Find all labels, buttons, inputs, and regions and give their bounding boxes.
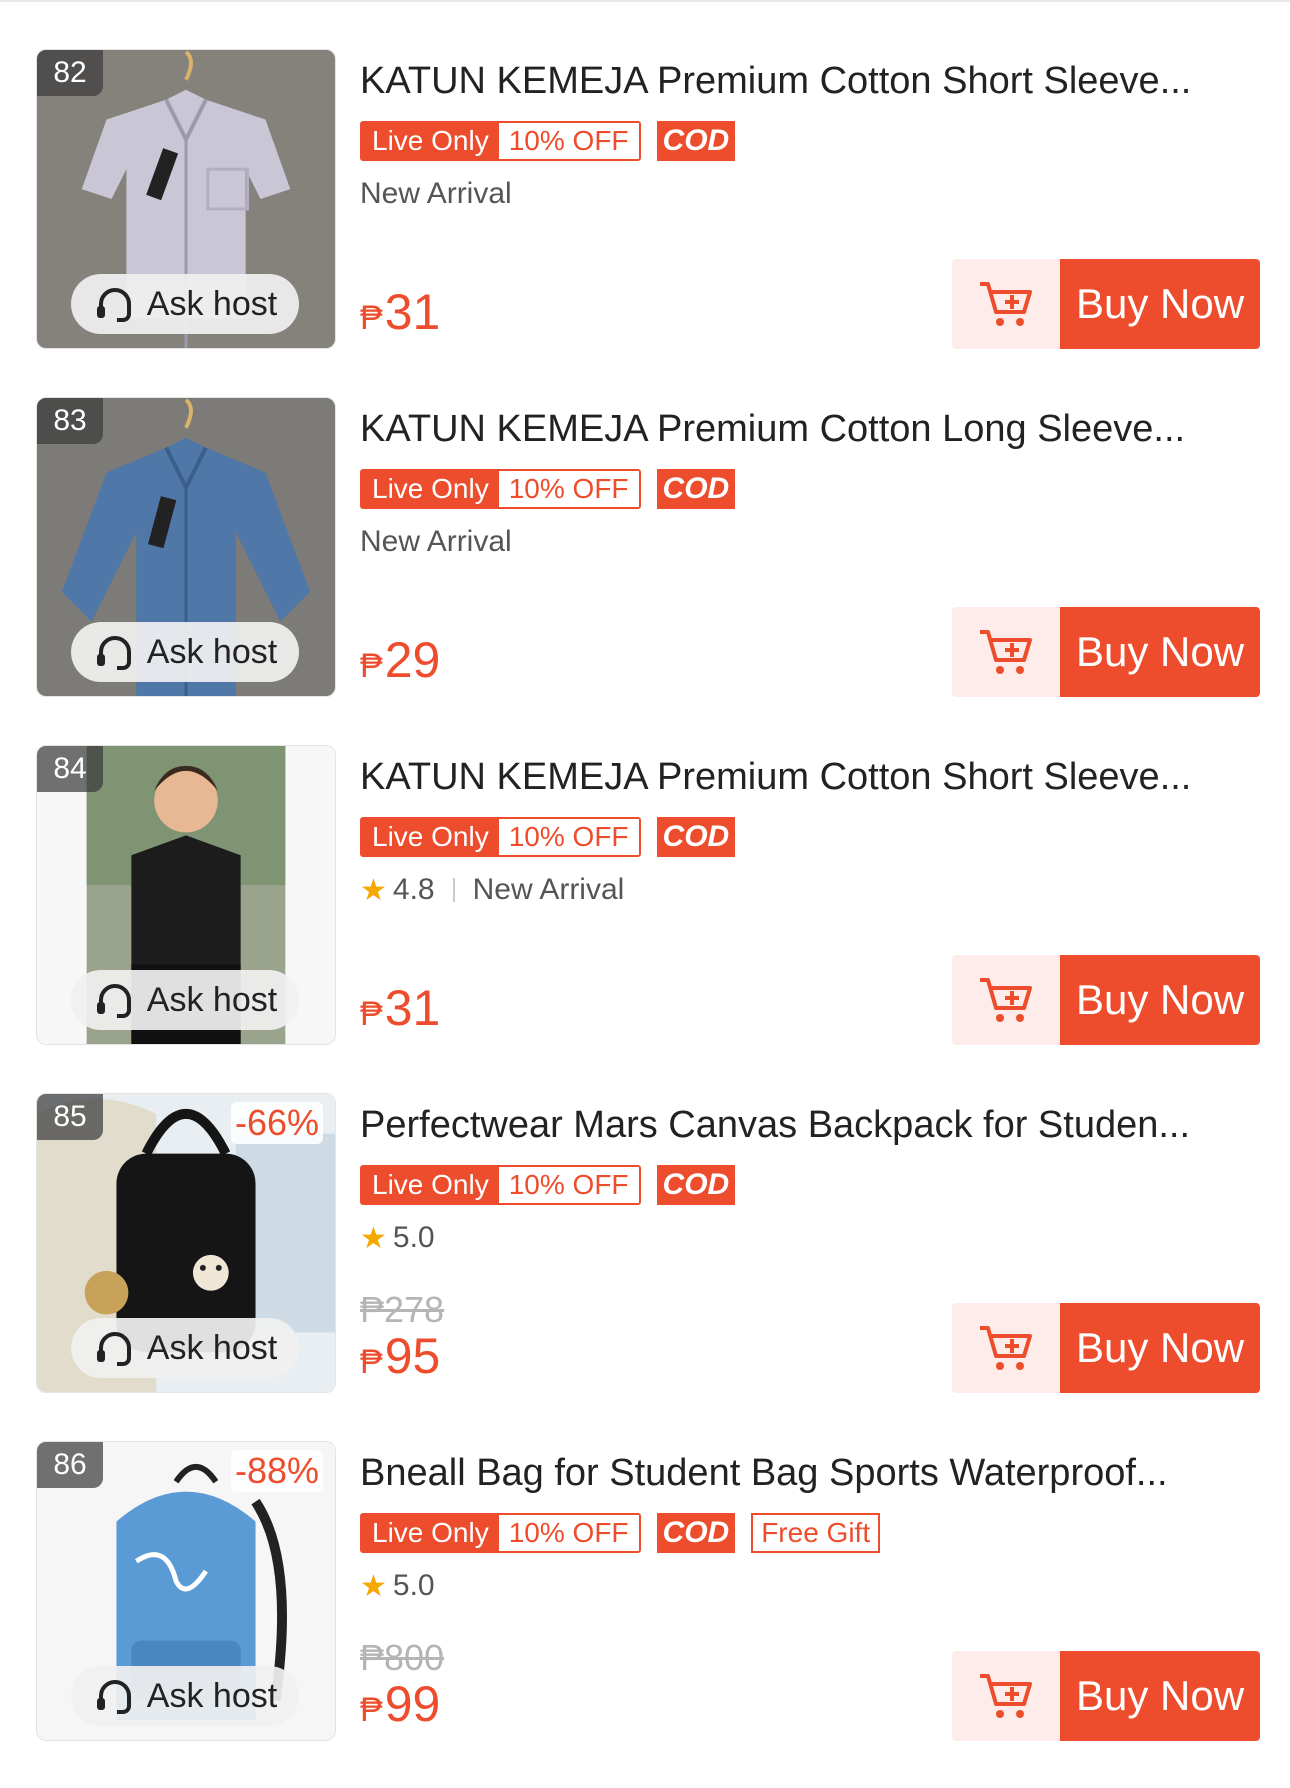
ask-host-label: Ask host [146,1328,278,1367]
cod-tag: COD [656,817,736,857]
rating-value: 5.0 [392,1221,435,1254]
tag-row: Live Only 10% OFF COD Free Gift [360,1511,1260,1555]
cart-icon [980,282,1032,326]
live-only-tag: Live Only 10% OFF [360,1513,641,1553]
ask-host-label: Ask host [146,980,278,1019]
meta-row: New Arrival [360,169,1260,219]
headset-icon [96,636,131,670]
ask-host-label: Ask host [146,1676,278,1715]
tag-row: Live Only 10% OFF COD [360,119,1260,163]
product-thumbnail[interactable]: 85 -66% Ask host [36,1093,336,1393]
new-arrival-label: New Arrival [360,525,512,558]
headset-icon [96,984,131,1018]
buy-now-button[interactable]: Buy Now [1060,607,1260,697]
rank-badge: 84 [37,746,103,792]
product-info: KATUN KEMEJA Premium Cotton Long Sleeve.… [360,397,1260,697]
price: ₱29 [360,632,441,688]
product-thumbnail[interactable]: 82 Ask host [36,49,336,349]
cart-icon [980,1326,1032,1370]
product-card[interactable]: 83 Ask host KATUN KEMEJA Premium Cotton … [0,397,1290,697]
live-only-tag: Live Only 10% OFF [360,817,641,857]
headset-icon [96,1680,131,1714]
cod-tag: COD [656,121,736,161]
top-divider [0,0,1290,2]
discount-badge: -66% [230,1102,323,1144]
new-arrival-label: New Arrival [472,873,625,906]
rating-value: 5.0 [392,1569,435,1602]
meta-row: New Arrival [360,517,1260,567]
live-only-tag: Live Only 10% OFF [360,121,641,161]
add-to-cart-button[interactable] [952,607,1060,697]
rank-badge: 83 [37,398,103,444]
product-title[interactable]: Bneall Bag for Student Bag Sports Waterp… [360,1443,1240,1503]
product-card[interactable]: 86 -88% Ask host Bneall Bag for Student … [0,1441,1290,1741]
price: ₱31 [360,980,441,1036]
live-only-tag: Live Only 10% OFF [360,469,641,509]
product-title[interactable]: KATUN KEMEJA Premium Cotton Short Sleeve… [360,747,1240,807]
ask-host-button[interactable]: Ask host [71,1666,299,1726]
cart-icon [980,630,1032,674]
product-info: KATUN KEMEJA Premium Cotton Short Sleeve… [360,49,1260,349]
ask-host-button[interactable]: Ask host [71,1318,299,1378]
cart-icon [980,978,1032,1022]
meta-row: ★ 5.0 [360,1561,1260,1611]
buy-now-button[interactable]: Buy Now [1060,1651,1260,1741]
rank-badge: 85 [37,1094,103,1140]
add-to-cart-button[interactable] [952,1651,1060,1741]
rank-badge: 82 [37,50,103,96]
star-icon: ★ [360,1569,387,1603]
buy-now-button[interactable]: Buy Now [1060,259,1260,349]
product-title[interactable]: Perfectwear Mars Canvas Backpack for Stu… [360,1095,1240,1155]
meta-row: ★ 5.0 [360,1213,1260,1263]
ask-host-label: Ask host [146,284,278,323]
cod-tag: COD [656,1165,736,1205]
headset-icon [96,288,131,322]
product-thumbnail[interactable]: 83 Ask host [36,397,336,697]
tag-row: Live Only 10% OFF COD [360,815,1260,859]
cod-tag: COD [656,1513,736,1553]
cart-icon [980,1674,1032,1718]
ask-host-button[interactable]: Ask host [71,970,299,1030]
buy-now-group: Buy Now [952,1651,1260,1741]
buy-now-group: Buy Now [952,607,1260,697]
product-thumbnail[interactable]: 86 -88% Ask host [36,1441,336,1741]
product-card[interactable]: 85 -66% Ask host Perfectwear Mars Canvas… [0,1093,1290,1393]
meta-row: ★ 4.8 New Arrival [360,865,1260,915]
discount-badge: -88% [230,1450,323,1492]
tag-row: Live Only 10% OFF COD [360,467,1260,511]
buy-now-group: Buy Now [952,259,1260,349]
add-to-cart-button[interactable] [952,259,1060,349]
product-card[interactable]: 82 Ask host KATUN KEMEJA Premium Cotton … [0,49,1290,349]
add-to-cart-button[interactable] [952,955,1060,1045]
buy-now-button[interactable]: Buy Now [1060,1303,1260,1393]
buy-now-button[interactable]: Buy Now [1060,955,1260,1045]
price: ₱95 [360,1328,441,1384]
live-only-tag: Live Only 10% OFF [360,1165,641,1205]
buy-now-group: Buy Now [952,955,1260,1045]
rank-badge: 86 [37,1442,103,1488]
product-info: Bneall Bag for Student Bag Sports Waterp… [360,1441,1260,1741]
tag-row: Live Only 10% OFF COD [360,1163,1260,1207]
cod-tag: COD [656,469,736,509]
product-info: Perfectwear Mars Canvas Backpack for Stu… [360,1093,1260,1393]
product-title[interactable]: KATUN KEMEJA Premium Cotton Long Sleeve.… [360,399,1240,459]
price: ₱99 [360,1676,441,1732]
free-gift-tag: Free Gift [751,1513,881,1553]
star-icon: ★ [360,873,387,907]
product-thumbnail[interactable]: 84 Ask host [36,745,336,1045]
buy-now-group: Buy Now [952,1303,1260,1393]
ask-host-button[interactable]: Ask host [71,622,299,682]
product-card[interactable]: 84 Ask host KATUN KEMEJA Premium Cotton … [0,745,1290,1045]
rating-value: 4.8 [392,873,435,906]
ask-host-button[interactable]: Ask host [71,274,299,334]
add-to-cart-button[interactable] [952,1303,1060,1393]
ask-host-label: Ask host [146,632,278,671]
product-info: KATUN KEMEJA Premium Cotton Short Sleeve… [360,745,1260,1045]
meta-divider [452,878,455,902]
star-icon: ★ [360,1221,387,1255]
product-title[interactable]: KATUN KEMEJA Premium Cotton Short Sleeve… [360,51,1240,111]
headset-icon [96,1332,131,1366]
price: ₱31 [360,284,441,340]
new-arrival-label: New Arrival [360,177,512,210]
